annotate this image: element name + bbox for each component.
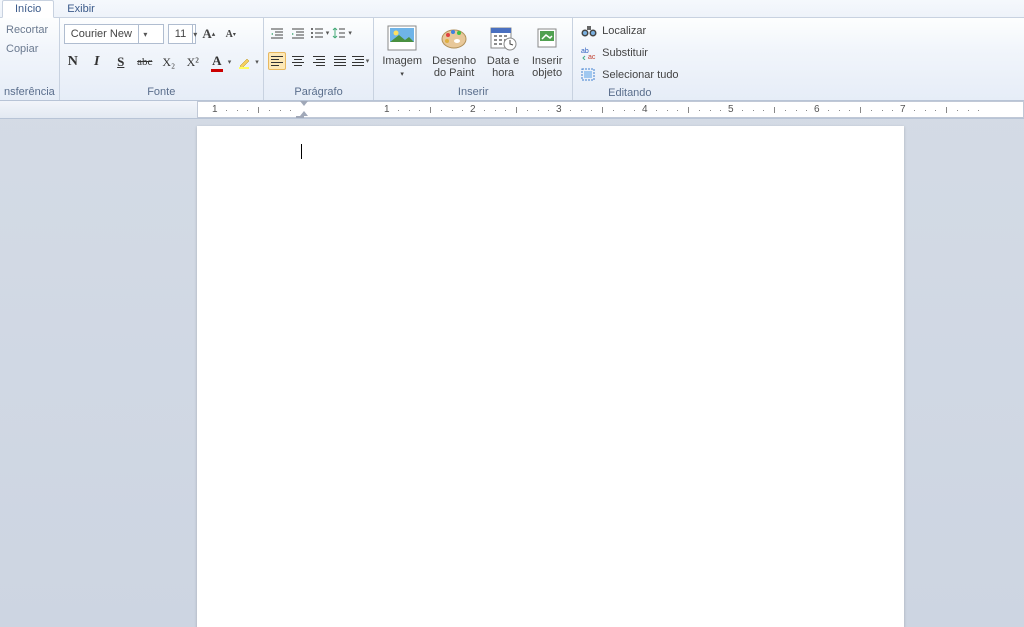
select-all-label: Selecionar tudo — [602, 69, 678, 81]
ribbon: Recortar Copiar nsferência Courier New ▾… — [0, 18, 1024, 101]
chevron-down-icon: ▾ — [253, 58, 259, 66]
decrease-indent-button[interactable] — [268, 24, 286, 42]
tab-home[interactable]: Início — [2, 0, 54, 18]
paragraph-indent-button[interactable]: ▾ — [352, 52, 370, 70]
copy-button[interactable]: Copiar — [6, 41, 48, 57]
insert-image-button[interactable]: Imagem▾ — [378, 20, 426, 81]
ruler-number: 7 — [900, 104, 906, 115]
replace-label: Substituir — [602, 47, 648, 59]
chevron-down-icon: ▾ — [364, 57, 370, 65]
font-family-value: Courier New — [65, 28, 138, 40]
align-left-button[interactable] — [268, 52, 286, 70]
replace-button[interactable]: abac Substituir — [577, 42, 652, 64]
text-cursor — [301, 144, 302, 159]
group-label-paragraph: Parágrafo — [268, 85, 370, 100]
align-right-button[interactable] — [310, 52, 328, 70]
ribbon-tabs: Início Exibir — [0, 0, 1024, 18]
insert-object-label: Inserir objeto — [532, 55, 563, 79]
group-label-clipboard: nsferência — [4, 85, 55, 100]
paragraph-icon — [352, 56, 364, 66]
select-all-icon — [581, 67, 597, 83]
line-spacing-button[interactable]: ▾ — [332, 24, 352, 42]
highlight-button[interactable]: ▾ — [237, 54, 259, 70]
align-center-button[interactable] — [289, 52, 307, 70]
italic-button[interactable]: I — [88, 53, 106, 71]
indent-icon — [291, 26, 305, 40]
find-button[interactable]: Localizar — [577, 20, 650, 42]
group-editing: Localizar abac Substituir Selecionar tud… — [573, 18, 686, 100]
ruler-number: 1 — [384, 104, 390, 115]
document-page[interactable] — [197, 126, 904, 627]
insert-image-label: Imagem▾ — [382, 55, 422, 79]
paint-icon — [438, 22, 470, 54]
group-insert: Imagem▾ Desenho do Paint Data e hora Ins… — [374, 18, 573, 100]
subscript-button[interactable]: X₂ — [160, 53, 178, 71]
chevron-down-icon: ▾ — [192, 25, 197, 43]
shrink-font-button[interactable]: A▾ — [222, 25, 240, 43]
list-button[interactable]: ▾ — [310, 24, 330, 42]
align-center-icon — [292, 56, 304, 66]
grow-font-icon: A — [202, 26, 211, 42]
cut-button[interactable]: Recortar — [6, 22, 48, 38]
insert-object-button[interactable]: Inserir objeto — [526, 20, 568, 81]
insert-paint-label: Desenho do Paint — [432, 55, 476, 79]
calendar-icon — [487, 22, 519, 54]
align-justify-button[interactable] — [331, 52, 349, 70]
chevron-down-icon: ▾ — [138, 25, 152, 43]
underline-button[interactable]: S — [112, 53, 130, 71]
ruler-number: 1 — [212, 104, 218, 115]
select-all-button[interactable]: Selecionar tudo — [577, 64, 682, 86]
group-font: Courier New ▾ 11 ▾ A▴ A▾ N I S abc — [60, 18, 264, 100]
ruler-number: 3 — [556, 104, 562, 115]
increase-indent-button[interactable] — [289, 24, 307, 42]
font-size-value: 11 — [169, 28, 192, 40]
align-right-icon — [313, 56, 325, 66]
image-icon — [386, 22, 418, 54]
group-label-editing: Editando — [577, 86, 682, 101]
find-label: Localizar — [602, 25, 646, 37]
strikethrough-button[interactable]: abc — [136, 53, 154, 71]
binoculars-icon — [581, 23, 597, 39]
group-label-insert: Inserir — [378, 85, 568, 100]
bold-button[interactable]: N — [64, 53, 82, 71]
outdent-icon — [270, 26, 284, 40]
tab-view[interactable]: Exibir — [54, 0, 108, 17]
align-left-icon — [271, 56, 283, 66]
group-paragraph: ▾ ▾ — [264, 18, 375, 100]
highlight-icon — [237, 54, 253, 70]
ruler-number: 2 — [470, 104, 476, 115]
font-color-swatch — [211, 69, 223, 72]
insert-paint-button[interactable]: Desenho do Paint — [428, 20, 480, 81]
group-clipboard: Recortar Copiar nsferência — [0, 18, 60, 100]
chevron-down-icon: ▾ — [346, 29, 352, 37]
group-label-font: Fonte — [64, 85, 259, 100]
ruler-number: 5 — [728, 104, 734, 115]
superscript-button[interactable]: X² — [184, 53, 202, 71]
document-workspace — [0, 119, 1024, 627]
insert-datetime-label: Data e hora — [487, 55, 519, 79]
insert-datetime-button[interactable]: Data e hora — [482, 20, 524, 81]
object-icon — [531, 22, 563, 54]
chevron-down-icon: ▾ — [226, 58, 232, 66]
ruler-number: 4 — [642, 104, 648, 115]
font-family-select[interactable]: Courier New ▾ — [64, 24, 164, 44]
font-color-icon: A — [208, 52, 226, 70]
align-justify-icon — [334, 56, 346, 66]
font-size-select[interactable]: 11 ▾ — [168, 24, 196, 44]
replace-icon: abac — [581, 45, 597, 61]
list-icon — [310, 26, 324, 40]
horizontal-ruler[interactable]: 1 1 2 3 4 5 6 7 — [0, 101, 1024, 119]
svg-text:ac: ac — [588, 54, 596, 60]
grow-font-button[interactable]: A▴ — [200, 25, 218, 43]
ruler-number: 6 — [814, 104, 820, 115]
shrink-font-icon: A — [226, 29, 233, 40]
chevron-down-icon: ▾ — [324, 29, 330, 37]
font-color-button[interactable]: A ▾ — [208, 52, 232, 72]
line-spacing-icon — [332, 26, 346, 40]
